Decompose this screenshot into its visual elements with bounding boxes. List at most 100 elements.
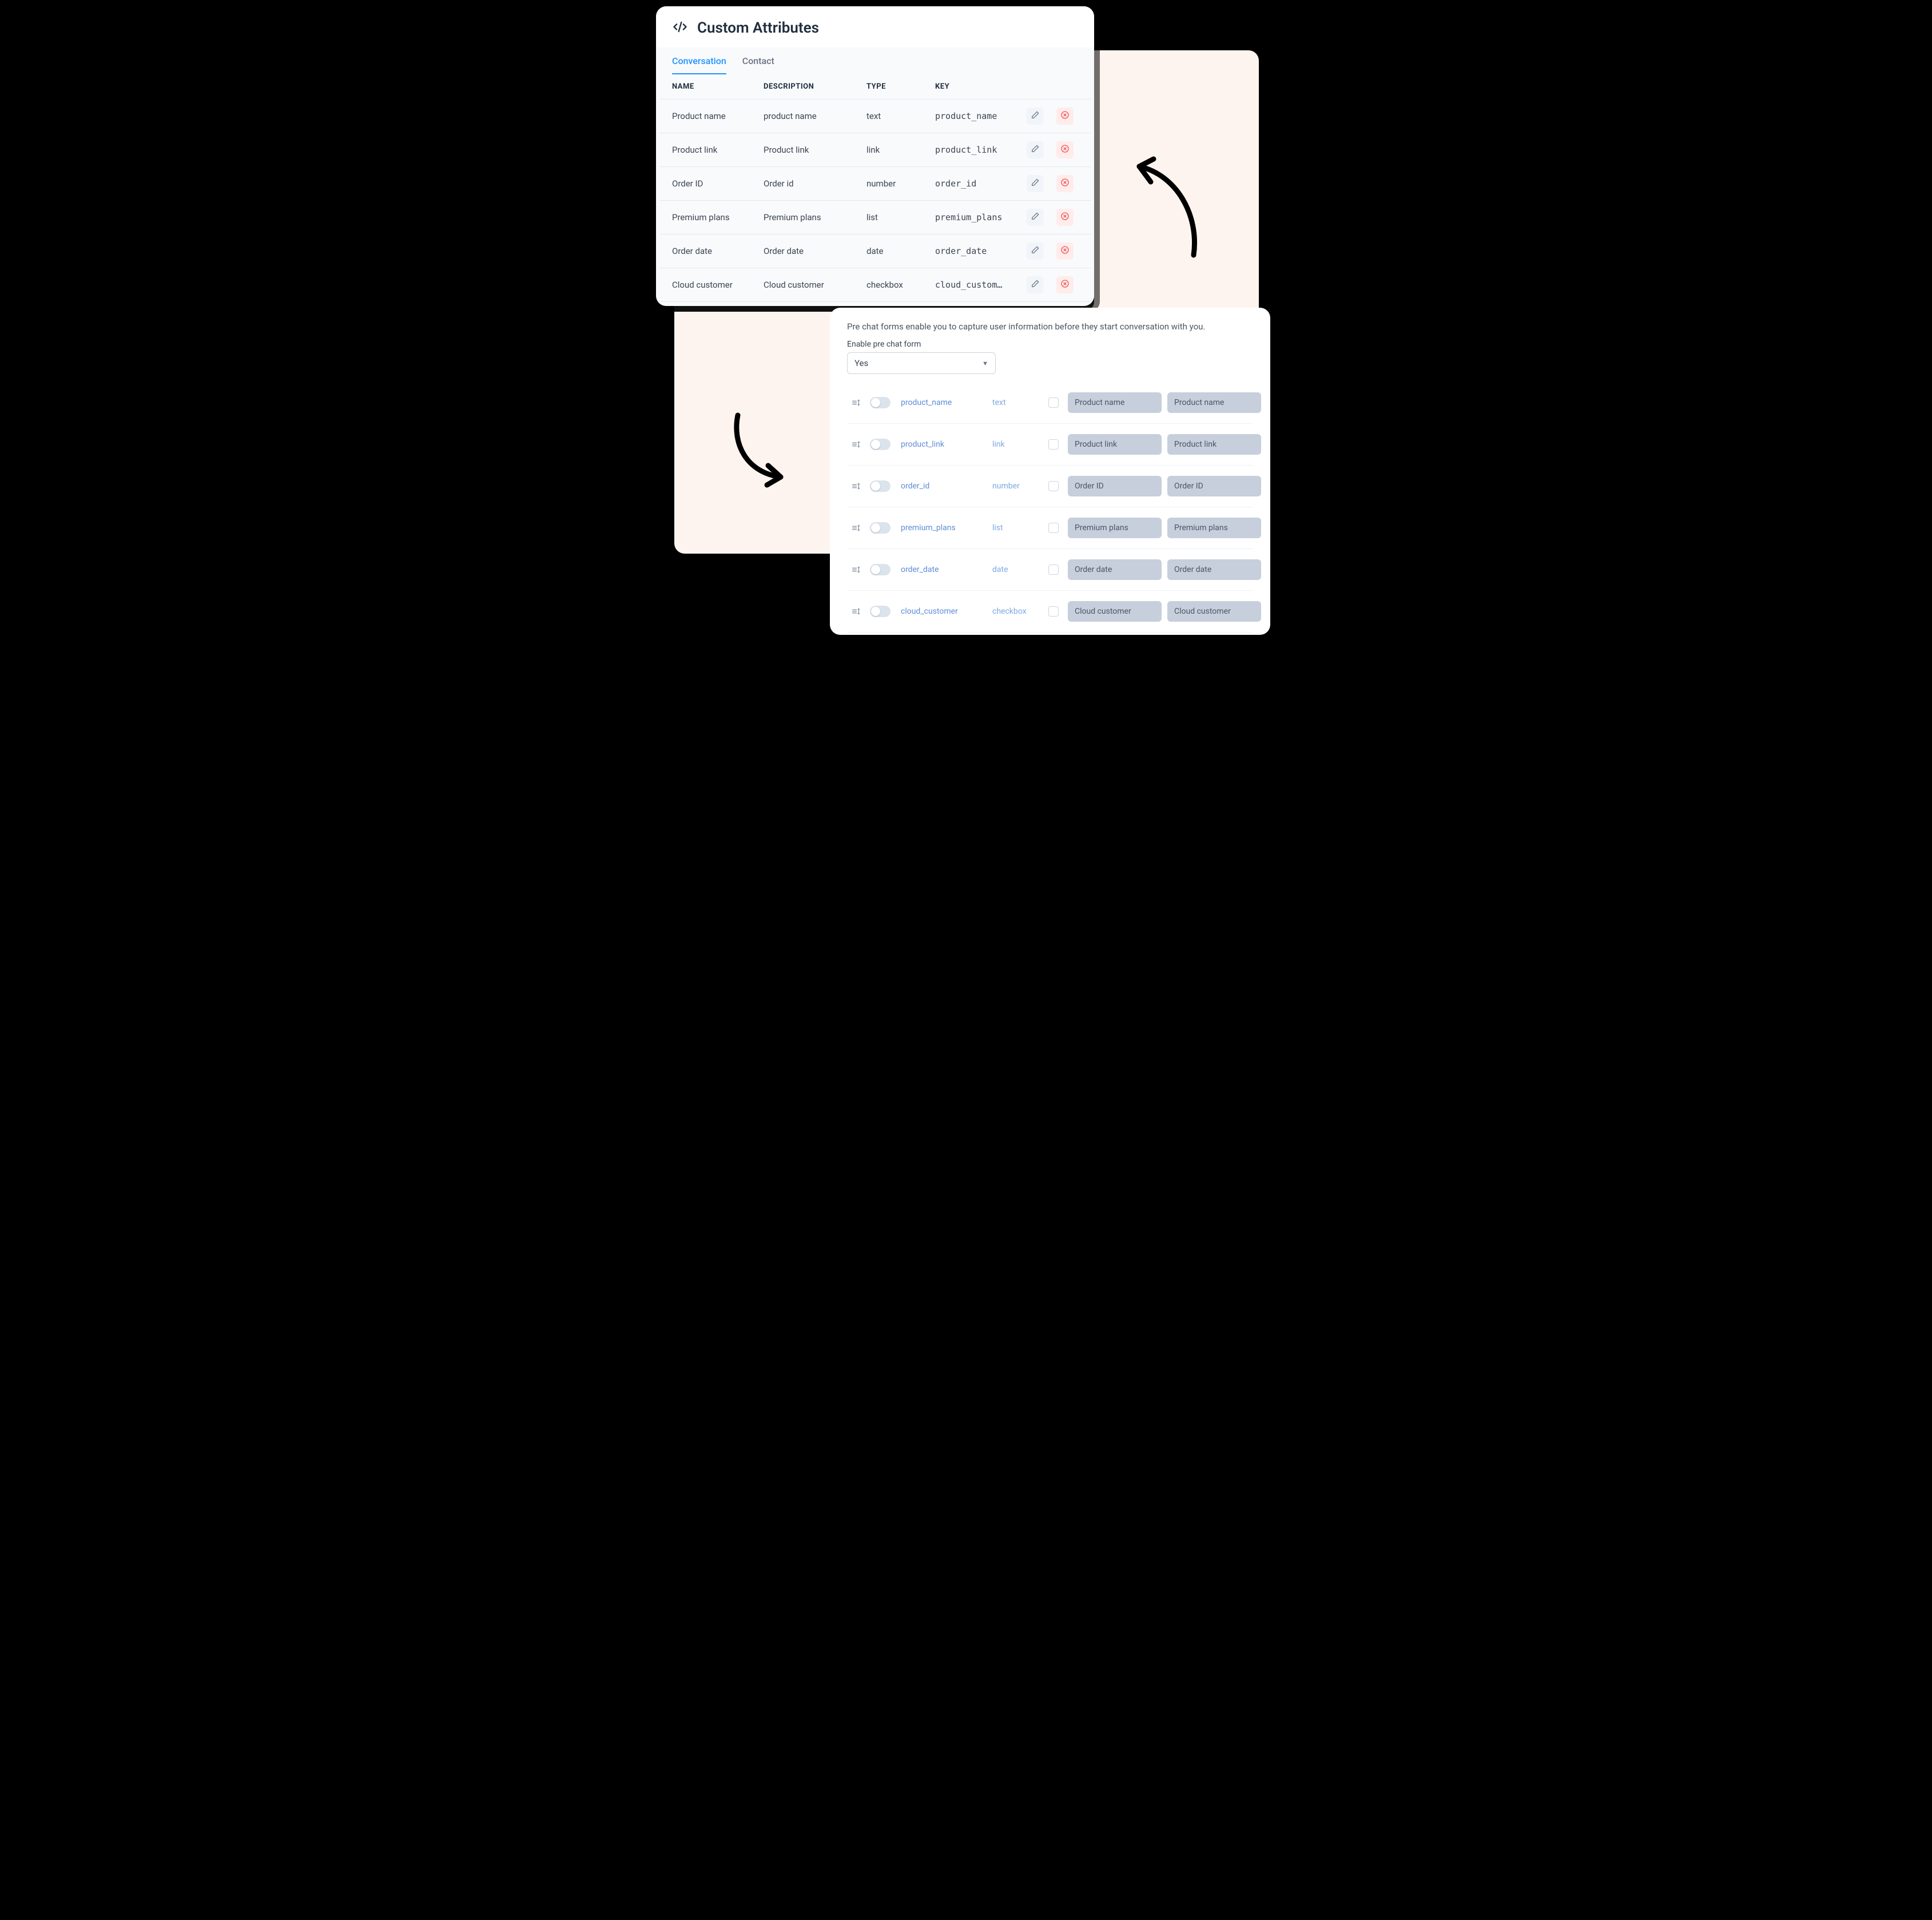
field-label-chip[interactable]: Premium plans <box>1068 518 1162 538</box>
edit-button[interactable] <box>1027 209 1044 226</box>
cell-type: date <box>866 246 935 256</box>
close-circle-icon <box>1060 144 1070 156</box>
tab-contact[interactable]: Contact <box>742 55 774 74</box>
field-row: order_date date Order date Order date <box>847 549 1253 591</box>
cell-desc: Order id <box>764 178 866 189</box>
arrow-left-to-right <box>723 410 798 490</box>
cell-name: Order date <box>672 246 764 256</box>
field-row: cloud_customer checkbox Cloud customer C… <box>847 591 1253 633</box>
pencil-icon <box>1031 110 1040 122</box>
enable-toggle[interactable] <box>870 480 891 492</box>
required-checkbox[interactable] <box>1048 439 1059 450</box>
field-type: link <box>992 440 1043 449</box>
field-type: list <box>992 523 1043 532</box>
delete-button[interactable] <box>1056 243 1074 260</box>
required-checkbox[interactable] <box>1048 523 1059 533</box>
delete-button[interactable] <box>1056 175 1074 192</box>
edit-button[interactable] <box>1027 108 1044 125</box>
required-checkbox[interactable] <box>1048 481 1059 491</box>
required-checkbox[interactable] <box>1048 565 1059 575</box>
field-row: premium_plans list Premium plans Premium… <box>847 507 1253 549</box>
cell-key: product_name <box>935 111 1027 121</box>
cell-type: link <box>866 145 935 155</box>
drag-handle-icon[interactable] <box>847 607 864 616</box>
field-placeholder-chip[interactable]: Product link <box>1167 434 1261 455</box>
close-circle-icon <box>1060 245 1070 257</box>
field-label-chip[interactable]: Order date <box>1068 559 1162 580</box>
enable-toggle[interactable] <box>870 397 891 408</box>
code-icon <box>672 19 688 37</box>
field-type: date <box>992 565 1043 574</box>
field-row: product_name text Product name Product n… <box>847 382 1253 424</box>
delete-button[interactable] <box>1056 108 1074 125</box>
edit-button[interactable] <box>1027 276 1044 293</box>
drag-handle-icon[interactable] <box>847 440 864 449</box>
prechat-panel: Pre chat forms enable you to capture use… <box>830 308 1270 635</box>
arrow-right-to-left <box>1119 152 1205 261</box>
close-circle-icon <box>1060 279 1070 291</box>
page-title: Custom Attributes <box>697 19 819 37</box>
table-row: Premium plans Premium plans list premium… <box>659 201 1091 234</box>
pencil-icon <box>1031 245 1040 257</box>
pencil-icon <box>1031 144 1040 156</box>
cell-type: text <box>866 111 935 121</box>
cell-type: checkbox <box>866 280 935 290</box>
drag-handle-icon[interactable] <box>847 565 864 574</box>
required-checkbox[interactable] <box>1048 397 1059 408</box>
cell-desc: product name <box>764 111 866 121</box>
tab-conversation[interactable]: Conversation <box>672 55 726 74</box>
enable-toggle[interactable] <box>870 522 891 534</box>
cell-desc: Product link <box>764 145 866 155</box>
required-checkbox[interactable] <box>1048 606 1059 617</box>
field-placeholder-chip[interactable]: Order ID <box>1167 476 1261 496</box>
cell-key: cloud_custom… <box>935 280 1027 290</box>
field-row: order_id number Order ID Order ID <box>847 466 1253 507</box>
cell-name: Premium plans <box>672 212 764 222</box>
field-placeholder-chip[interactable]: Premium plans <box>1167 518 1261 538</box>
custom-attributes-panel: Custom Attributes Conversation Contact N… <box>656 6 1094 306</box>
field-key: cloud_customer <box>901 607 987 616</box>
table-row: Order date Order date date order_date <box>659 234 1091 268</box>
enable-select-value: Yes <box>854 358 868 368</box>
drag-handle-icon[interactable] <box>847 398 864 407</box>
field-label-chip[interactable]: Product name <box>1068 392 1162 413</box>
attributes-table: NAME DESCRIPTION TYPE KEY Product name p… <box>656 74 1094 306</box>
field-placeholder-chip[interactable]: Cloud customer <box>1167 601 1261 622</box>
cell-desc: Premium plans <box>764 212 866 222</box>
drag-handle-icon[interactable] <box>847 523 864 532</box>
prechat-description: Pre chat forms enable you to capture use… <box>847 321 1253 332</box>
field-placeholder-chip[interactable]: Order date <box>1167 559 1261 580</box>
field-type: number <box>992 482 1043 491</box>
field-key: premium_plans <box>901 523 987 532</box>
table-row: Product link Product link link product_l… <box>659 133 1091 167</box>
col-name: NAME <box>672 82 764 91</box>
field-type: checkbox <box>992 607 1043 616</box>
edit-button[interactable] <box>1027 175 1044 192</box>
cell-key: premium_plans <box>935 212 1027 222</box>
cell-type: list <box>866 212 935 222</box>
field-key: product_name <box>901 398 987 407</box>
cell-desc: Order date <box>764 246 866 256</box>
enable-toggle[interactable] <box>870 564 891 575</box>
field-label-chip[interactable]: Order ID <box>1068 476 1162 496</box>
enable-toggle[interactable] <box>870 606 891 617</box>
col-key: KEY <box>935 82 1027 91</box>
edit-button[interactable] <box>1027 243 1044 260</box>
field-key: order_id <box>901 482 987 491</box>
field-placeholder-chip[interactable]: Product name <box>1167 392 1261 413</box>
field-label-chip[interactable]: Cloud customer <box>1068 601 1162 622</box>
drag-handle-icon[interactable] <box>847 482 864 491</box>
field-label-chip[interactable]: Product link <box>1068 434 1162 455</box>
enable-toggle[interactable] <box>870 439 891 450</box>
enable-select[interactable]: Yes ▼ <box>847 352 996 374</box>
table-row: Cloud customer Cloud customer checkbox c… <box>659 268 1091 302</box>
edit-button[interactable] <box>1027 141 1044 158</box>
cell-name: Product name <box>672 111 764 121</box>
pencil-icon <box>1031 279 1040 291</box>
pencil-icon <box>1031 212 1040 223</box>
delete-button[interactable] <box>1056 276 1074 293</box>
cell-key: product_link <box>935 145 1027 155</box>
delete-button[interactable] <box>1056 209 1074 226</box>
table-header-row: NAME DESCRIPTION TYPE KEY <box>659 74 1091 100</box>
delete-button[interactable] <box>1056 141 1074 158</box>
